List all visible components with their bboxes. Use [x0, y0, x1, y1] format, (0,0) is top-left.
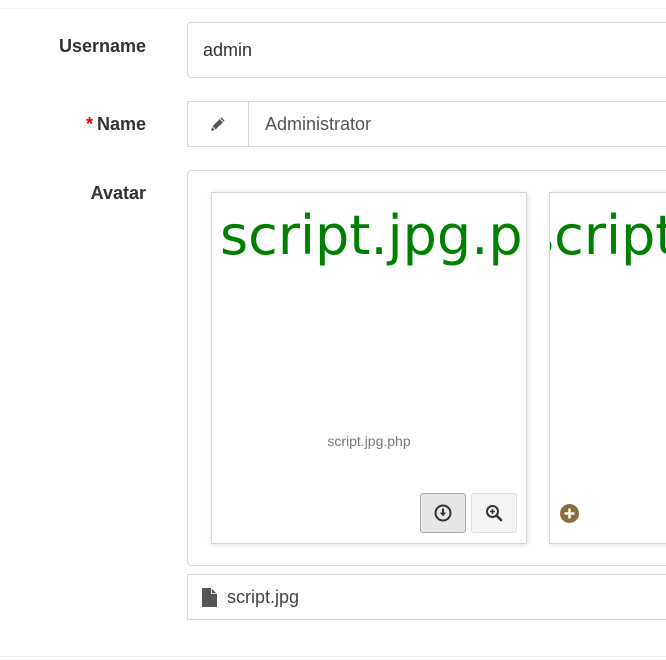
pencil-icon	[211, 117, 225, 131]
file-icon	[202, 587, 217, 607]
download-icon	[434, 504, 452, 522]
profile-form-page: Username admin * Name Administrator Avata…	[0, 0, 666, 660]
top-divider	[0, 8, 666, 9]
preview-image-2: script	[550, 204, 666, 267]
bottom-divider	[0, 656, 666, 657]
username-value: admin	[203, 40, 253, 60]
preview-image: script.jpg.php	[220, 204, 526, 267]
plus-circle-icon[interactable]	[560, 504, 579, 523]
zoom-button[interactable]	[471, 493, 517, 533]
zoom-in-icon	[486, 505, 503, 522]
name-input[interactable]: Administrator	[249, 102, 666, 146]
name-input-group: Administrator	[187, 101, 666, 147]
avatar-label: Avatar	[90, 183, 146, 203]
name-label-text: Name	[96, 114, 146, 134]
file-caption: script.jpg	[187, 574, 666, 620]
required-mark: *	[85, 114, 93, 134]
preview-caption: script.jpg.php	[327, 433, 411, 449]
username-input[interactable]: admin	[187, 22, 666, 78]
file-name: script.jpg	[227, 586, 300, 607]
name-label: * Name	[86, 114, 146, 135]
avatar-preview-frame: script.jpg.php script.jpg.php	[211, 192, 527, 544]
avatar-preview-frame-2: script	[549, 192, 666, 544]
download-button[interactable]	[420, 493, 466, 533]
name-addon	[188, 102, 249, 146]
username-label: Username	[58, 36, 146, 56]
